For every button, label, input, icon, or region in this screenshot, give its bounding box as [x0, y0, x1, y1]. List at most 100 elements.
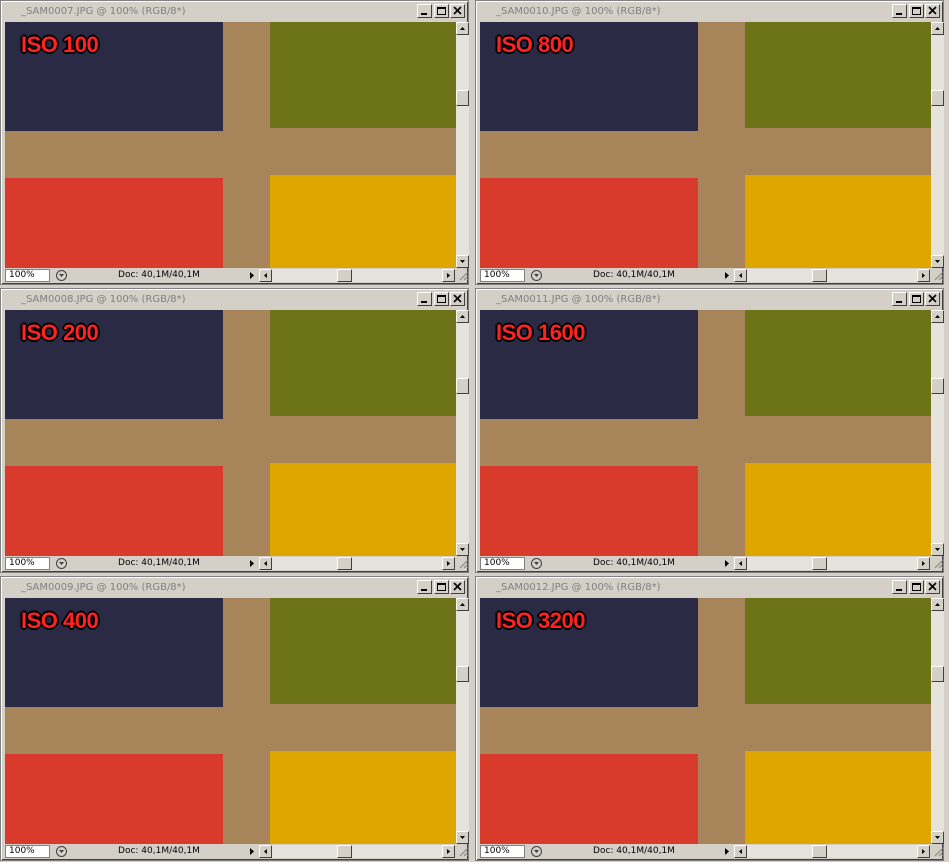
status-menu-icon[interactable]	[530, 269, 543, 282]
horizontal-scrollbar[interactable]	[734, 557, 930, 570]
vertical-scrollbar[interactable]	[931, 22, 944, 268]
document-window-2[interactable]: _SAM0010.JPG @ 100% (RGB/8*) ISO 800 100…	[475, 0, 944, 285]
image-canvas[interactable]: ISO 400	[5, 598, 456, 844]
scroll-up-button[interactable]	[931, 310, 944, 323]
window-title[interactable]: _SAM0010.JPG @ 100% (RGB/8*)	[478, 3, 941, 21]
maximize-button[interactable]	[434, 580, 449, 594]
scroll-up-button[interactable]	[456, 310, 469, 323]
scroll-left-button[interactable]	[734, 845, 747, 858]
resize-grip-icon[interactable]	[932, 845, 944, 858]
status-menu-icon[interactable]	[55, 845, 68, 858]
window-title[interactable]: _SAM0009.JPG @ 100% (RGB/8*)	[3, 579, 466, 597]
image-canvas[interactable]: ISO 100	[5, 22, 456, 268]
vertical-scroll-thumb[interactable]	[456, 378, 469, 394]
status-menu-icon[interactable]	[55, 269, 68, 282]
status-arrow-icon[interactable]	[722, 557, 732, 570]
image-canvas[interactable]: ISO 200	[5, 310, 456, 556]
window-title[interactable]: _SAM0012.JPG @ 100% (RGB/8*)	[478, 579, 941, 597]
vertical-scroll-thumb[interactable]	[931, 90, 944, 106]
window-title[interactable]: _SAM0008.JPG @ 100% (RGB/8*)	[3, 291, 466, 309]
minimize-button[interactable]	[417, 4, 432, 18]
horizontal-scrollbar[interactable]	[734, 845, 930, 858]
document-window-5[interactable]: _SAM0009.JPG @ 100% (RGB/8*) ISO 400 100…	[0, 576, 469, 861]
horizontal-scrollbar[interactable]	[259, 269, 455, 282]
scroll-up-button[interactable]	[931, 598, 944, 611]
document-window-4[interactable]: _SAM0011.JPG @ 100% (RGB/8*) ISO 1600 10…	[475, 288, 944, 573]
status-menu-icon[interactable]	[530, 557, 543, 570]
vertical-scroll-thumb[interactable]	[931, 378, 944, 394]
close-button[interactable]	[925, 292, 940, 306]
image-canvas[interactable]: ISO 800	[480, 22, 931, 268]
status-arrow-icon[interactable]	[247, 845, 257, 858]
scroll-left-button[interactable]	[734, 269, 747, 282]
close-button[interactable]	[925, 580, 940, 594]
minimize-button[interactable]	[892, 4, 907, 18]
vertical-scrollbar[interactable]	[931, 310, 944, 556]
horizontal-scrollbar[interactable]	[259, 557, 455, 570]
status-arrow-icon[interactable]	[247, 557, 257, 570]
scroll-up-button[interactable]	[931, 22, 944, 35]
window-title[interactable]: _SAM0007.JPG @ 100% (RGB/8*)	[3, 3, 466, 21]
resize-grip-icon[interactable]	[457, 269, 469, 282]
scroll-down-button[interactable]	[456, 543, 469, 556]
close-button[interactable]	[450, 580, 465, 594]
status-arrow-icon[interactable]	[722, 269, 732, 282]
resize-grip-icon[interactable]	[932, 557, 944, 570]
horizontal-scrollbar[interactable]	[734, 269, 930, 282]
scroll-right-button[interactable]	[917, 269, 930, 282]
scroll-right-button[interactable]	[442, 269, 455, 282]
scroll-down-button[interactable]	[456, 255, 469, 268]
scroll-up-button[interactable]	[456, 598, 469, 611]
horizontal-scrollbar[interactable]	[259, 845, 455, 858]
image-canvas[interactable]: ISO 3200	[480, 598, 931, 844]
document-window-6[interactable]: _SAM0012.JPG @ 100% (RGB/8*) ISO 3200 10…	[475, 576, 944, 861]
scroll-right-button[interactable]	[442, 557, 455, 570]
zoom-field[interactable]: 100%	[5, 557, 50, 570]
minimize-button[interactable]	[892, 580, 907, 594]
scroll-down-button[interactable]	[931, 543, 944, 556]
maximize-button[interactable]	[909, 292, 924, 306]
status-menu-icon[interactable]	[55, 557, 68, 570]
window-title[interactable]: _SAM0011.JPG @ 100% (RGB/8*)	[478, 291, 941, 309]
resize-grip-icon[interactable]	[457, 845, 469, 858]
zoom-field[interactable]: 100%	[480, 269, 525, 282]
scroll-down-button[interactable]	[931, 831, 944, 844]
scroll-right-button[interactable]	[917, 845, 930, 858]
status-arrow-icon[interactable]	[247, 269, 257, 282]
maximize-button[interactable]	[434, 4, 449, 18]
vertical-scrollbar[interactable]	[456, 22, 469, 268]
scroll-down-button[interactable]	[456, 831, 469, 844]
zoom-field[interactable]: 100%	[480, 557, 525, 570]
minimize-button[interactable]	[892, 292, 907, 306]
status-arrow-icon[interactable]	[722, 845, 732, 858]
horizontal-scroll-thumb[interactable]	[812, 269, 827, 282]
scroll-left-button[interactable]	[259, 269, 272, 282]
status-menu-icon[interactable]	[530, 845, 543, 858]
scroll-left-button[interactable]	[734, 557, 747, 570]
vertical-scrollbar[interactable]	[931, 598, 944, 844]
zoom-field[interactable]: 100%	[480, 845, 525, 858]
scroll-down-button[interactable]	[931, 255, 944, 268]
close-button[interactable]	[450, 292, 465, 306]
horizontal-scroll-thumb[interactable]	[337, 269, 352, 282]
image-canvas[interactable]: ISO 1600	[480, 310, 931, 556]
minimize-button[interactable]	[417, 580, 432, 594]
scroll-left-button[interactable]	[259, 557, 272, 570]
minimize-button[interactable]	[417, 292, 432, 306]
scroll-left-button[interactable]	[259, 845, 272, 858]
scroll-right-button[interactable]	[442, 845, 455, 858]
resize-grip-icon[interactable]	[932, 269, 944, 282]
document-window-3[interactable]: _SAM0008.JPG @ 100% (RGB/8*) ISO 200 100…	[0, 288, 469, 573]
zoom-field[interactable]: 100%	[5, 269, 50, 282]
maximize-button[interactable]	[434, 292, 449, 306]
vertical-scroll-thumb[interactable]	[456, 666, 469, 682]
scroll-up-button[interactable]	[456, 22, 469, 35]
close-button[interactable]	[450, 4, 465, 18]
vertical-scroll-thumb[interactable]	[931, 666, 944, 682]
resize-grip-icon[interactable]	[457, 557, 469, 570]
vertical-scroll-thumb[interactable]	[456, 90, 469, 106]
zoom-field[interactable]: 100%	[5, 845, 50, 858]
maximize-button[interactable]	[909, 4, 924, 18]
horizontal-scroll-thumb[interactable]	[812, 845, 827, 858]
document-window-1[interactable]: _SAM0007.JPG @ 100% (RGB/8*) ISO 100 100…	[0, 0, 469, 285]
